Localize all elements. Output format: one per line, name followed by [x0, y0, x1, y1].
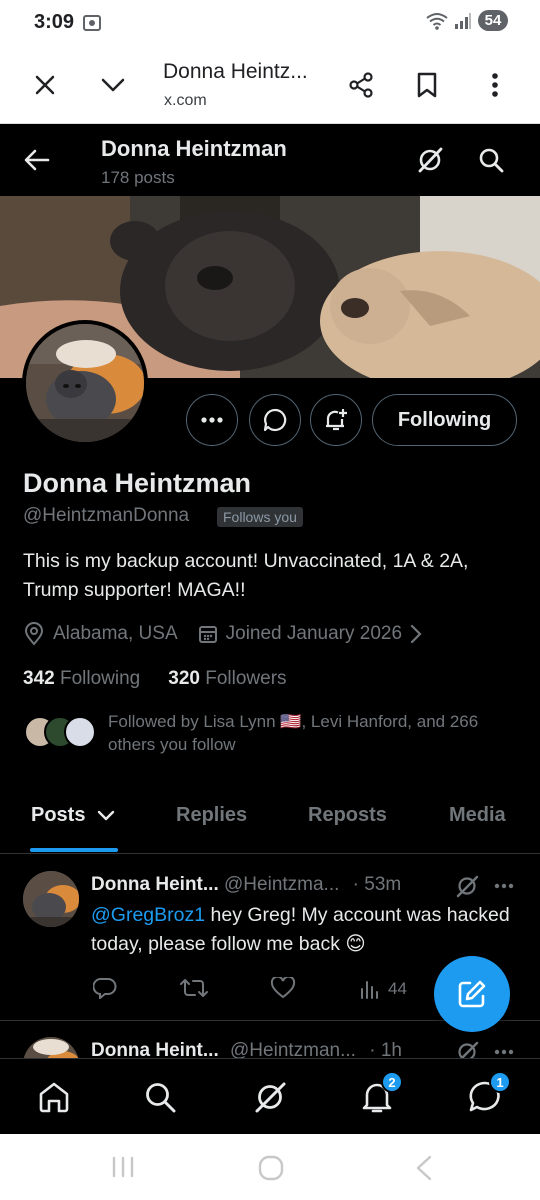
follow-counts: 342 Following 320 Followers [23, 668, 287, 690]
home-icon [37, 1081, 71, 1113]
battery-indicator: 54 [478, 10, 508, 31]
status-icons: 54 [426, 10, 508, 31]
post-text: @GregBroz1 hey Greg! My account was hack… [91, 904, 510, 955]
chevron-right-icon [410, 624, 422, 644]
compose-post-button[interactable] [434, 956, 510, 1032]
header-profile-name: Donna Heintzman [101, 136, 287, 161]
follows-you-badge: Follows you [217, 507, 303, 527]
nav-search[interactable] [140, 1077, 180, 1117]
more-horizontal-icon[interactable] [494, 1049, 514, 1055]
more-options-button[interactable] [186, 394, 238, 446]
home-circle-icon[interactable] [257, 1154, 285, 1182]
grok-icon[interactable] [413, 143, 447, 177]
status-time: 3:09 [34, 11, 75, 33]
post-avatar[interactable] [23, 1037, 79, 1058]
bell-plus-icon [323, 407, 349, 433]
share-icon[interactable] [344, 68, 378, 102]
analytics-icon [360, 979, 380, 999]
post-author-name[interactable]: Donna Heint... [91, 1040, 219, 1058]
search-icon [144, 1081, 176, 1113]
nav-messages[interactable]: 1 [465, 1071, 511, 1117]
chevron-down-icon [97, 810, 115, 822]
profile-handle: @HeintzmanDonna [23, 505, 190, 526]
like-button[interactable] [270, 977, 296, 999]
back-arrow-icon[interactable] [20, 143, 54, 177]
heart-icon [270, 977, 296, 999]
post-timestamp[interactable]: · 1h [369, 1040, 402, 1058]
nav-home[interactable] [34, 1077, 74, 1117]
joined-text: Joined January 2026 [225, 623, 403, 644]
profile-header-bar: Donna Heintzman 178 posts [0, 124, 540, 196]
views-button[interactable]: 44 [360, 979, 407, 999]
browser-toolbar: Donna Heintz... x.com [0, 46, 540, 124]
compose-icon [456, 978, 488, 1010]
post-author-name[interactable]: Donna Heint... [91, 874, 219, 895]
bookmark-icon[interactable] [410, 68, 444, 102]
post-avatar[interactable] [23, 871, 79, 927]
system-navigation-bar [0, 1134, 540, 1200]
following-count-link[interactable]: 342 Following [23, 668, 140, 690]
notifications-badge: 2 [381, 1071, 403, 1093]
search-icon[interactable] [474, 143, 508, 177]
location-text: Alabama, USA [53, 623, 178, 644]
post-author-handle[interactable]: @Heintzman... [230, 1040, 356, 1058]
screenshot-icon [82, 13, 102, 33]
grok-chat-button[interactable] [249, 394, 301, 446]
location-pin-icon [23, 622, 45, 646]
chat-bubble-icon [263, 408, 287, 432]
notify-button[interactable] [310, 394, 362, 446]
nav-grok[interactable] [250, 1077, 290, 1117]
profile-name: Donna Heintzman [23, 468, 252, 498]
calendar-icon [198, 624, 218, 644]
avatar [64, 716, 96, 748]
repost-icon [180, 977, 208, 999]
nav-notifications[interactable]: 2 [357, 1071, 403, 1117]
tab-reposts[interactable]: Reposts [308, 804, 387, 827]
signal-icon [454, 12, 472, 30]
post-header: Donna Heint... @Heintzma... · 53m [91, 874, 401, 896]
grok-icon[interactable] [455, 874, 479, 898]
header-posts-count: 178 posts [101, 168, 175, 187]
repost-button[interactable] [180, 977, 208, 999]
followed-by-text[interactable]: Followed by Lisa Lynn 🇺🇸, Levi Hanford, … [108, 710, 528, 756]
more-vertical-icon[interactable] [478, 68, 512, 102]
joined-item[interactable]: Joined January 2026 [198, 623, 422, 645]
reply-button[interactable] [93, 977, 117, 999]
post-timestamp[interactable]: · 53m [353, 874, 402, 895]
close-tab-icon[interactable] [28, 68, 62, 102]
browser-page-title[interactable]: Donna Heintz... [163, 60, 308, 84]
tab-replies[interactable]: Replies [176, 804, 247, 827]
profile-meta: Alabama, USA Joined January 2026 [23, 620, 422, 648]
followed-by-avatars[interactable] [24, 716, 96, 750]
messages-badge: 1 [489, 1071, 511, 1093]
location-item: Alabama, USA [23, 622, 178, 646]
tab-media[interactable]: Media [449, 804, 506, 827]
followers-count-link[interactable]: 320 Followers [168, 668, 286, 690]
tab-posts[interactable]: Posts [31, 804, 115, 827]
wifi-icon [426, 12, 448, 30]
system-back-icon[interactable] [412, 1154, 434, 1182]
grok-icon [253, 1080, 287, 1114]
active-tab-indicator [30, 848, 118, 852]
reply-icon [93, 977, 117, 999]
post-mention[interactable]: @GregBroz1 [91, 904, 205, 926]
profile-avatar[interactable] [22, 320, 148, 446]
post-author-handle[interactable]: @Heintzma... [224, 874, 339, 895]
grok-icon[interactable] [455, 1040, 479, 1058]
bottom-navigation: 2 1 [0, 1058, 540, 1134]
profile-tabs: Posts Replies Reposts Media [0, 790, 540, 854]
more-horizontal-icon[interactable] [494, 883, 514, 889]
views-count: 44 [388, 979, 407, 998]
profile-bio: This is my backup account! Unvaccinated,… [23, 550, 469, 601]
browser-url[interactable]: x.com [164, 92, 207, 110]
following-button[interactable]: Following [372, 394, 517, 446]
chevron-down-icon[interactable] [96, 68, 130, 102]
post-header: Donna Heint... @Heintzman... · 1h [91, 1040, 402, 1058]
status-bar: 3:09 54 [0, 0, 540, 46]
recent-apps-icon[interactable] [110, 1154, 136, 1180]
more-horizontal-icon [201, 417, 223, 423]
